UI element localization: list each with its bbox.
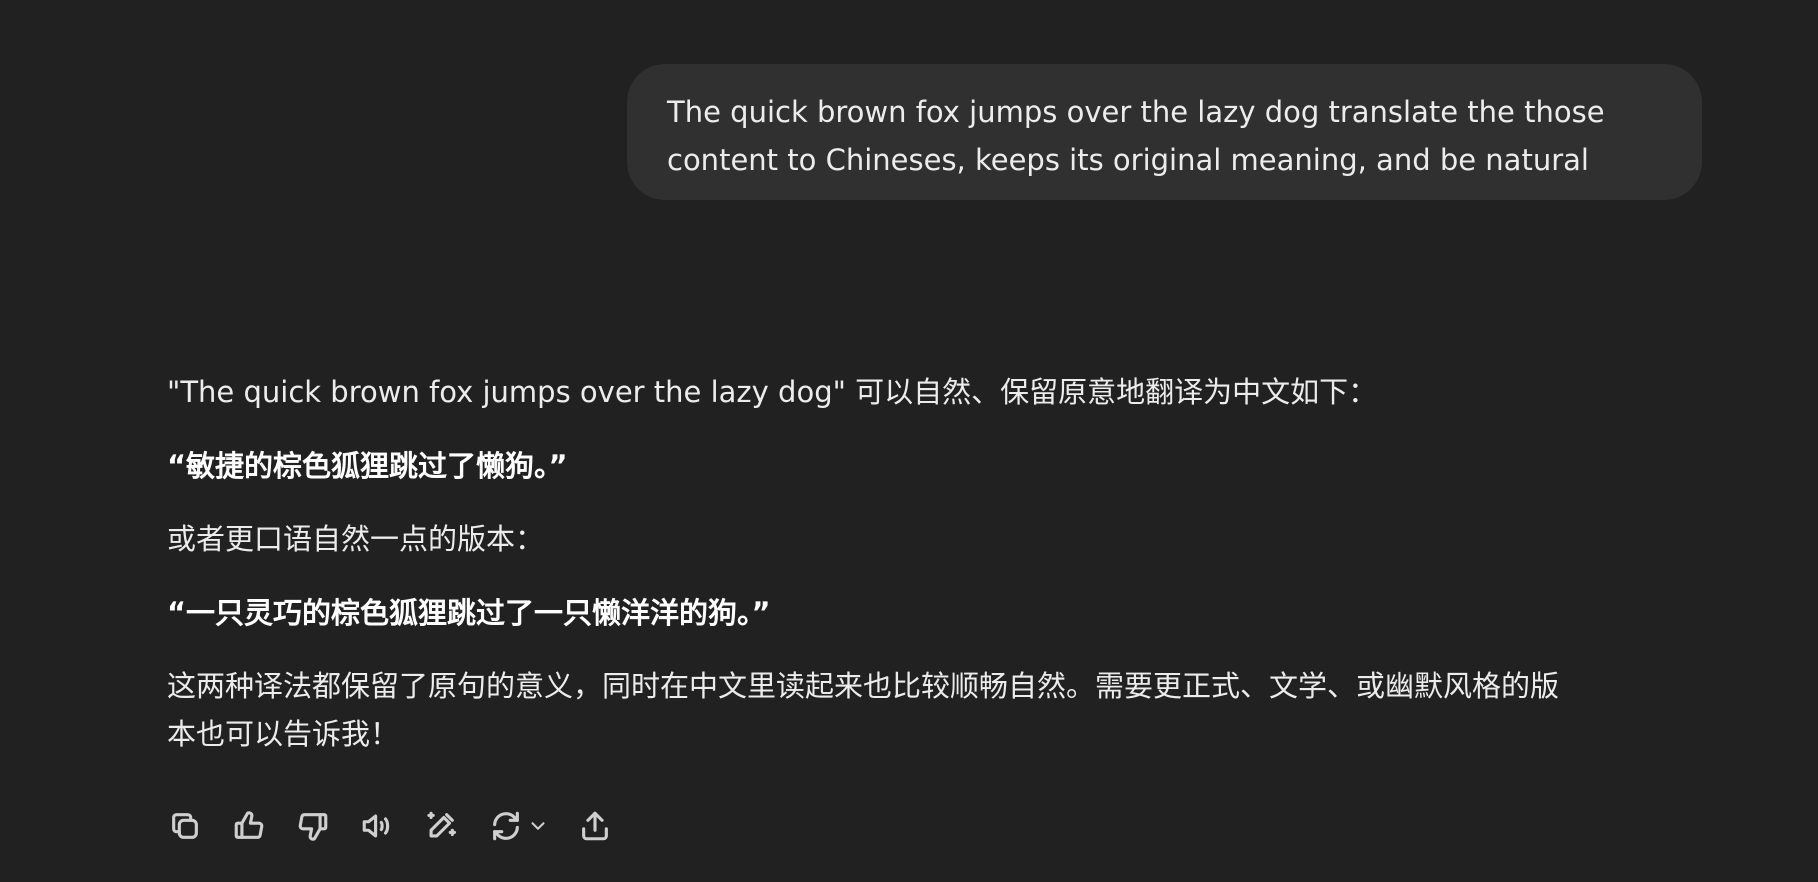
- thumbs-down-icon: [298, 813, 328, 841]
- assistant-paragraph-alt-intro: 或者更口语自然一点的版本：: [167, 522, 545, 556]
- assistant-translation-1: “敏捷的棕色狐狸跳过了懒狗。”: [167, 449, 568, 483]
- good-response-button[interactable]: [231, 808, 267, 844]
- share-icon: [582, 811, 608, 841]
- share-button[interactable]: [577, 808, 613, 844]
- copy-icon: [172, 813, 198, 839]
- user-message-line-2: content to Chineses, keeps its original …: [667, 143, 1589, 177]
- assistant-paragraph-closing-line-1: 这两种译法都保留了原句的意义，同时在中文里读起来也比较顺畅自然。需要更正式、文学…: [167, 669, 1560, 703]
- read-aloud-button[interactable]: [359, 808, 395, 844]
- message-action-bar: [167, 802, 641, 850]
- user-message-line-1: The quick brown fox jumps over the lazy …: [667, 95, 1605, 129]
- user-message-bubble: The quick brown fox jumps over the lazy …: [627, 64, 1702, 200]
- chevron-down-icon: [531, 822, 545, 830]
- assistant-paragraph-closing-line-2: 本也可以告诉我！: [167, 717, 400, 751]
- read-aloud-icon: [362, 814, 390, 838]
- edit-in-canvas-button[interactable]: [423, 808, 459, 844]
- assistant-paragraph-intro: "The quick brown fox jumps over the lazy…: [167, 375, 1378, 409]
- thumbs-up-icon: [234, 811, 264, 839]
- edit-icon: [427, 811, 457, 838]
- bad-response-button[interactable]: [295, 808, 331, 844]
- regenerate-button[interactable]: [487, 808, 551, 844]
- assistant-translation-2: “一只灵巧的棕色狐狸跳过了一只懒洋洋的狗。”: [167, 596, 771, 630]
- copy-button[interactable]: [167, 808, 203, 844]
- regenerate-icon: [493, 811, 519, 841]
